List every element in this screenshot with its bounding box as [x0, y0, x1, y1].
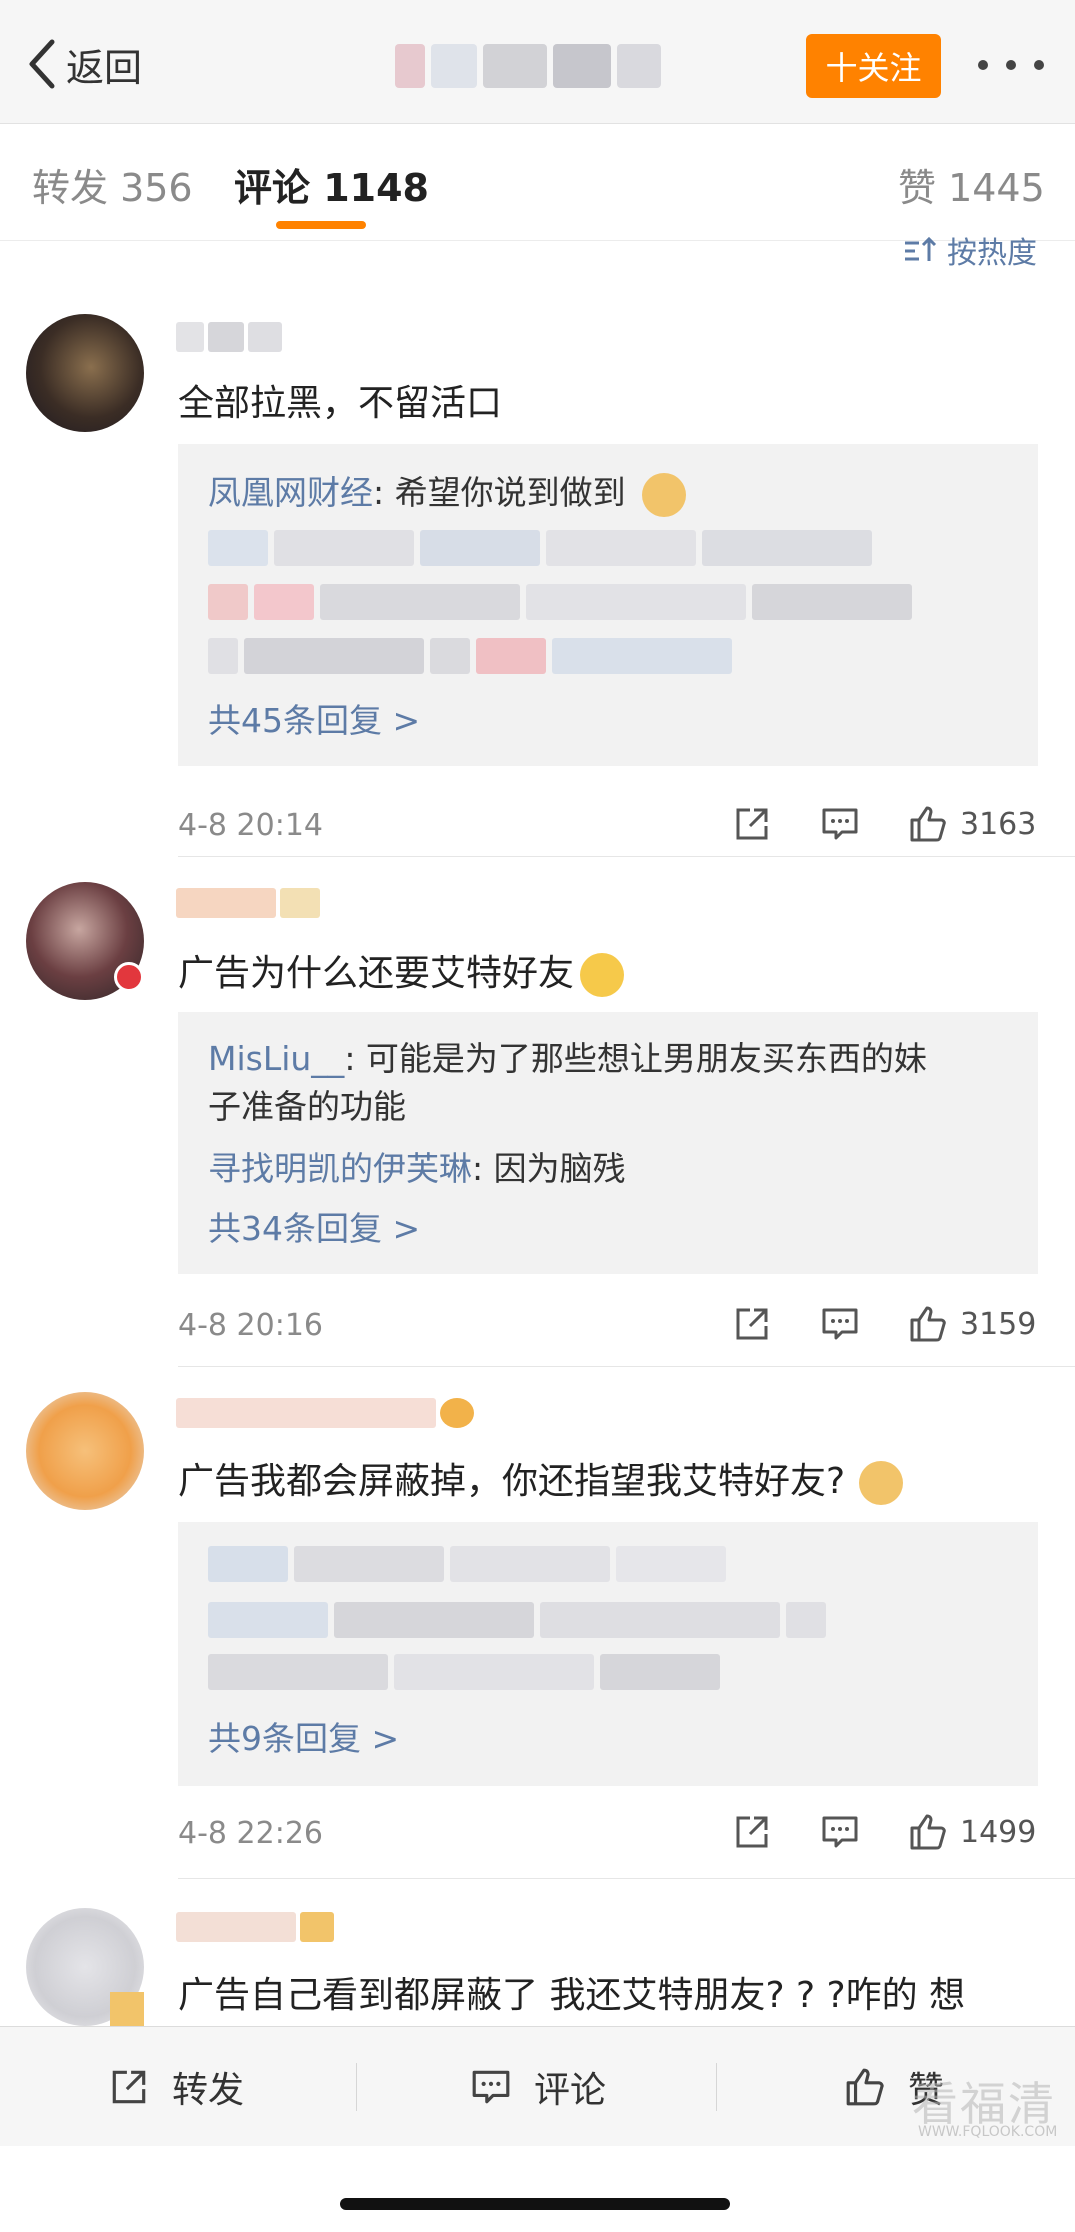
- comment-time: 4-8 20:16: [178, 1308, 323, 1343]
- view-more-replies-link[interactable]: 共45条回复 >: [208, 694, 420, 742]
- dizzy-face-emoji-icon: [580, 953, 625, 997]
- more-options-icon[interactable]: [978, 50, 1044, 80]
- sort-icon: [905, 236, 937, 261]
- repost-label: 转发: [172, 2070, 245, 2111]
- blurred-reply: [208, 1546, 726, 1582]
- share-icon: [112, 2070, 146, 2104]
- back-label: 返回: [66, 45, 143, 90]
- divider: [178, 1878, 1075, 1879]
- comment-time: 4-8 22:26: [178, 1816, 323, 1851]
- tab-comments[interactable]: 评论 1148: [234, 157, 429, 212]
- comment-icon: [822, 1816, 858, 1848]
- blurred-reply: [208, 1654, 720, 1690]
- avatar[interactable]: [26, 1392, 144, 1510]
- reply-item[interactable]: 寻找明凯的伊芙琳: 因为脑残: [208, 1142, 626, 1190]
- comment-text: 广告自己看到都屏蔽了 我还艾特朋友? ? ?咋的 想: [178, 1975, 966, 2016]
- reply-comment-button[interactable]: [820, 804, 860, 844]
- share-icon: [736, 808, 768, 840]
- reply-box[interactable]: MisLiu__: 可能是为了那些想让男朋友买东西的妹 子准备的功能 寻找明凯的…: [178, 1012, 1038, 1274]
- sort-label: 按热度: [947, 236, 1037, 271]
- share-icon: [736, 1308, 768, 1340]
- separator: [716, 2063, 717, 2111]
- comment-text: 广告我都会屏蔽掉，你还指望我艾特好友?: [178, 1452, 904, 1505]
- blurred-username[interactable]: [176, 886, 320, 920]
- blurred-reply: [208, 1602, 826, 1638]
- thumbs-up-icon: [910, 1306, 946, 1342]
- blurred-username[interactable]: [176, 1910, 334, 1944]
- back-button[interactable]: 返回: [26, 36, 142, 92]
- comment-label: 评论: [534, 2070, 607, 2111]
- tab-bar: 转发 356 评论 1148 赞 1445: [0, 125, 1075, 241]
- doge-emoji-icon: [859, 1461, 904, 1505]
- reply-author[interactable]: MisLiu__: [208, 1039, 344, 1078]
- comment-icon: [472, 2070, 510, 2104]
- reply-text-continued: 子准备的功能: [208, 1087, 406, 1126]
- comment-item: 广告我都会屏蔽掉，你还指望我艾特好友? 共9条回复 > 4-8 22:26 14…: [0, 1370, 1075, 1882]
- reply-comment-button[interactable]: [820, 1304, 860, 1344]
- reply-text: : 希望你说到做到: [373, 473, 626, 512]
- repost-button[interactable]: 转发: [108, 2061, 244, 2113]
- follow-button[interactable]: 十关注: [806, 34, 941, 98]
- like-comment-button[interactable]: 3159: [908, 1304, 1036, 1344]
- blurred-username[interactable]: [176, 320, 282, 354]
- like-count: 1499: [960, 1814, 1037, 1850]
- reply-item[interactable]: MisLiu__: 可能是为了那些想让男朋友买东西的妹: [208, 1032, 927, 1080]
- reply-text: : 可能是为了那些想让男朋友买东西的妹: [344, 1039, 927, 1078]
- badge-icon: [110, 1992, 144, 2026]
- comment-text-content: 广告我都会屏蔽掉，你还指望我艾特好友?: [178, 1461, 846, 1502]
- comment-item: 广告自己看到都屏蔽了 我还艾特朋友? ? ?咋的 想: [0, 1882, 1075, 2026]
- verified-badge-icon: [114, 962, 144, 992]
- blurred-reply: [208, 530, 872, 566]
- view-more-replies-link[interactable]: 共9条回复 >: [208, 1712, 399, 1760]
- blurred-username[interactable]: [176, 1396, 474, 1430]
- tab-likes[interactable]: 赞 1445: [898, 157, 1045, 212]
- thumbs-up-icon: [910, 1814, 946, 1850]
- like-comment-button[interactable]: 1499: [908, 1812, 1036, 1852]
- thumbs-up-icon: [846, 2068, 884, 2106]
- reply-author[interactable]: 寻找明凯的伊芙琳: [208, 1149, 472, 1188]
- divider: [178, 1366, 1075, 1367]
- comment-text-content: 广告为什么还要艾特好友: [178, 953, 575, 994]
- reply-item[interactable]: 凤凰网财经: 希望你说到做到: [208, 466, 687, 517]
- reply-text: : 因为脑残: [472, 1149, 626, 1188]
- like-count: 3163: [960, 806, 1037, 842]
- like-comment-button[interactable]: 3163: [908, 804, 1036, 844]
- tab-repost[interactable]: 转发 356: [32, 157, 193, 212]
- comment-item: 广告为什么还要艾特好友 MisLiu__: 可能是为了那些想让男朋友买东西的妹 …: [0, 860, 1075, 1370]
- comment-time: 4-8 20:14: [178, 808, 323, 843]
- chevron-left-icon: [29, 39, 55, 89]
- home-indicator[interactable]: [340, 2198, 730, 2210]
- comment-button[interactable]: 评论: [470, 2061, 606, 2113]
- comment-item: 全部拉黑，不留活口 凤凰网财经: 希望你说到做到 共45条回复 > 4-8 20…: [0, 300, 1075, 860]
- active-tab-indicator: [276, 221, 366, 229]
- view-more-replies-link[interactable]: 共34条回复 >: [208, 1202, 420, 1250]
- separator: [356, 2063, 357, 2111]
- blurred-author-title: [395, 38, 675, 94]
- share-comment-button[interactable]: [732, 1304, 772, 1344]
- top-nav-bar: 返回 十关注: [0, 0, 1075, 124]
- like-count: 3159: [960, 1306, 1037, 1342]
- weibo-comments-page: 返回 十关注 转发 356 评论 1148 赞 1445 按热度 全部拉黑，不留…: [0, 0, 1075, 2232]
- blurred-reply: [208, 638, 732, 674]
- sort-by-hot-button[interactable]: 按热度: [903, 228, 1037, 272]
- doge-emoji-icon: [642, 472, 687, 517]
- divider: [178, 856, 1075, 857]
- avatar[interactable]: [26, 314, 144, 432]
- share-comment-button[interactable]: [732, 804, 772, 844]
- comment-icon: [822, 1308, 858, 1340]
- reply-comment-button[interactable]: [820, 1812, 860, 1852]
- comment-icon: [822, 808, 858, 840]
- comment-text: 全部拉黑，不留活口: [178, 383, 503, 424]
- watermark-url: WWW.FQLOOK.COM: [918, 2124, 1058, 2140]
- reply-box[interactable]: 共9条回复 >: [178, 1522, 1038, 1786]
- blurred-reply: [208, 584, 912, 620]
- thumbs-up-icon: [910, 806, 946, 842]
- reply-author[interactable]: 凤凰网财经: [208, 473, 373, 512]
- share-icon: [736, 1816, 768, 1848]
- reply-box[interactable]: 凤凰网财经: 希望你说到做到 共45条回复 >: [178, 444, 1038, 766]
- share-comment-button[interactable]: [732, 1812, 772, 1852]
- comment-text: 广告为什么还要艾特好友: [178, 944, 625, 997]
